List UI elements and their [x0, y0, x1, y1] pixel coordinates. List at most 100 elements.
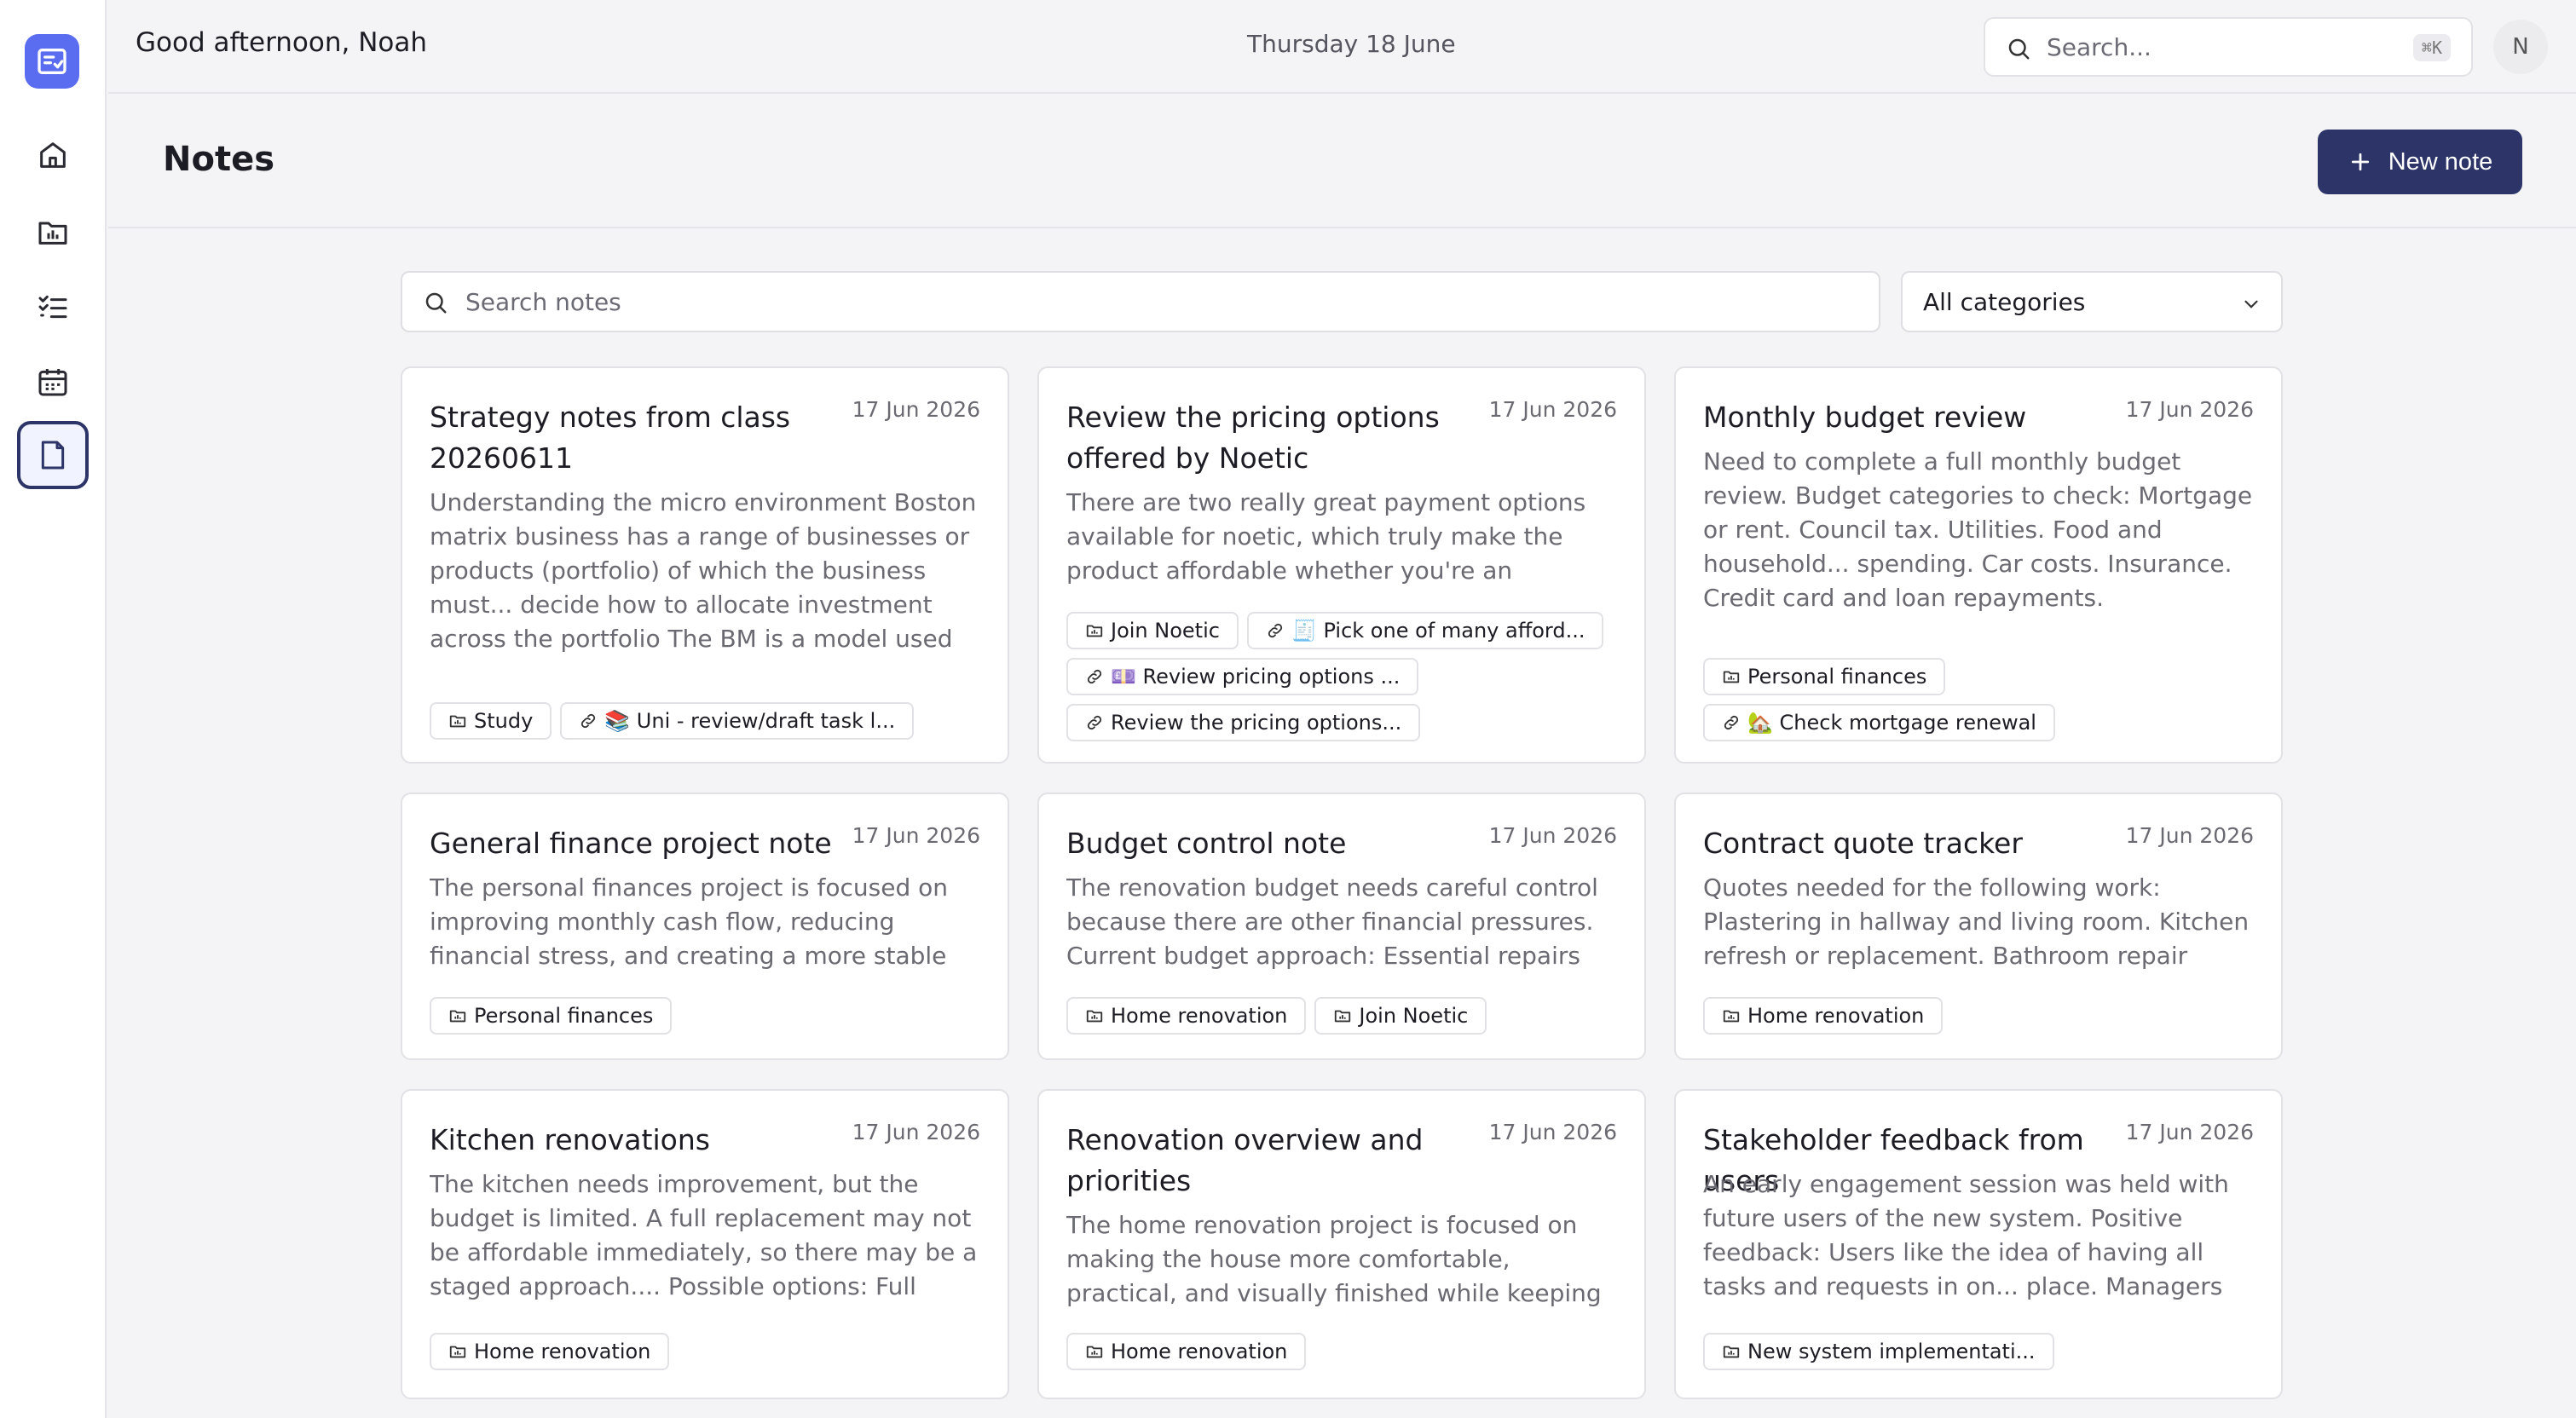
- note-card[interactable]: Contract quote tracker 17 Jun 2026 Quotes …: [1674, 793, 2283, 1060]
- tag-label: Home renovation: [474, 1340, 651, 1363]
- note-preview: The home renovation project is focused o…: [1066, 1211, 1602, 1307]
- tag-label: 🧾 Pick one of many afford...: [1291, 619, 1585, 643]
- folder-icon: [1723, 1010, 1740, 1023]
- search-icon: [2008, 38, 2030, 60]
- current-date: Thursday 18 June: [1247, 30, 1456, 58]
- note-preview: Quotes needed for the following work: Pl…: [1703, 873, 2250, 970]
- note-tags: Personal finances 🏡 Check mortgage renewa…: [1703, 658, 2266, 741]
- note-card[interactable]: Budget control note 17 Jun 2026 The renova…: [1037, 793, 1646, 1060]
- app-logo[interactable]: [25, 34, 79, 89]
- note-card[interactable]: Kitchen renovations 17 Jun 2026 The kitche…: [401, 1089, 1009, 1399]
- tag-label: 💷 Review pricing options ...: [1111, 665, 1401, 689]
- note-card[interactable]: Stakeholder feedback from users 17 Jun 20…: [1674, 1089, 2283, 1399]
- category-tag[interactable]: Personal finances: [430, 997, 673, 1035]
- note-preview: Understanding the micro environment Bost…: [430, 488, 977, 653]
- note-date: 17 Jun 2026: [852, 823, 980, 848]
- link-icon: [1724, 715, 1739, 730]
- nav-projects[interactable]: [17, 198, 89, 266]
- tag-label: Study: [474, 709, 534, 733]
- shortcut-badge: ⌘K: [2412, 34, 2451, 61]
- category-tag[interactable]: New system implementati...: [1703, 1333, 2054, 1370]
- note-card[interactable]: General finance project note 17 Jun 2026 T…: [401, 793, 1009, 1060]
- category-tag[interactable]: Study: [430, 702, 552, 740]
- note-tags: Join Noetic 🧾 Pick one of many afford... 💷…: [1066, 612, 1629, 741]
- note-tags: Home renovation Join Noetic: [1066, 997, 1629, 1035]
- link-icon: [581, 713, 596, 729]
- folder-icon: [1086, 1010, 1103, 1023]
- folder-icon: [1723, 1346, 1740, 1358]
- folder-icon: [449, 715, 466, 728]
- note-date: 17 Jun 2026: [1488, 823, 1617, 848]
- tag-label: Home renovation: [1747, 1004, 1925, 1028]
- tag-label: Home renovation: [1111, 1340, 1288, 1363]
- note-date: 17 Jun 2026: [1488, 1120, 1617, 1144]
- tag-label: 🏡 Check mortgage renewal: [1747, 711, 2036, 735]
- note-title: Strategy notes from class 20260611: [430, 401, 791, 475]
- category-tag[interactable]: Join Noetic: [1314, 997, 1487, 1035]
- calendar-icon: [38, 369, 67, 396]
- note-icon: [41, 441, 65, 470]
- category-select[interactable]: All categories: [1901, 271, 2283, 332]
- nav-notes[interactable]: [17, 421, 89, 489]
- folder-chart-icon: [38, 222, 67, 245]
- note-title: Budget control note: [1066, 827, 1347, 860]
- avatar[interactable]: N: [2493, 20, 2548, 74]
- tag-label: 📚 Uni - review/draft task l...: [604, 709, 896, 733]
- search-placeholder: Search...: [2047, 33, 2151, 61]
- note-preview: The personal finances project is focused…: [430, 873, 949, 970]
- category-tag[interactable]: Personal finances: [1703, 658, 1946, 695]
- tag-label: Personal finances: [1747, 665, 1927, 689]
- linked-task-tag[interactable]: 🏡 Check mortgage renewal: [1703, 704, 2055, 741]
- tag-label: New system implementati...: [1747, 1340, 2036, 1363]
- note-preview: Need to complete a full monthly budget r…: [1703, 447, 2253, 612]
- nav-calendar[interactable]: [17, 348, 89, 416]
- note-title: General finance project note: [430, 827, 832, 860]
- note-card[interactable]: Renovation overview and priorities 17 Jun…: [1037, 1089, 1646, 1399]
- page-header: Notes New note: [108, 95, 2576, 228]
- home-icon: [40, 142, 66, 168]
- tag-label: Join Noetic: [1359, 1004, 1469, 1028]
- folder-icon: [449, 1346, 466, 1358]
- note-preview: The renovation budget needs careful cont…: [1066, 873, 1598, 970]
- note-preview: The kitchen needs improvement, but the b…: [430, 1170, 978, 1300]
- note-date: 17 Jun 2026: [2125, 1120, 2254, 1144]
- note-card[interactable]: Strategy notes from class 20260611 17 Jun…: [401, 366, 1009, 764]
- category-tag[interactable]: Home renovation: [430, 1333, 670, 1370]
- nav-home[interactable]: [17, 121, 89, 189]
- note-tags: Home renovation: [430, 1333, 992, 1370]
- tag-label: Personal finances: [474, 1004, 654, 1028]
- linked-task-tag[interactable]: 🧾 Pick one of many afford...: [1246, 612, 1604, 649]
- note-date: 17 Jun 2026: [1488, 397, 1617, 422]
- tag-label: Home renovation: [1111, 1004, 1288, 1028]
- note-title: Monthly budget review: [1703, 401, 2027, 434]
- folder-icon: [1086, 625, 1103, 637]
- linked-task-tag[interactable]: 💷 Review pricing options ...: [1066, 658, 1419, 695]
- note-card[interactable]: Monthly budget review 17 Jun 2026 Need to …: [1674, 366, 2283, 764]
- checklist-logo-icon: [38, 49, 66, 74]
- note-title: Kitchen renovations: [430, 1123, 710, 1156]
- link-icon: [1087, 669, 1102, 684]
- note-date: 17 Jun 2026: [2125, 823, 2254, 848]
- folder-icon: [1723, 671, 1740, 683]
- category-tag[interactable]: Home renovation: [1066, 1333, 1307, 1370]
- category-tag[interactable]: Home renovation: [1703, 997, 1944, 1035]
- folder-icon: [449, 1010, 466, 1023]
- sidebar: [0, 0, 107, 1418]
- notes-search-input[interactable]: Search notes: [401, 271, 1880, 332]
- note-tags: Home renovation: [1703, 997, 2266, 1035]
- note-card[interactable]: Review the pricing options offered by No…: [1037, 366, 1646, 764]
- new-note-button[interactable]: New note: [2318, 130, 2522, 194]
- linked-task-tag[interactable]: 📚 Uni - review/draft task l...: [560, 702, 915, 740]
- nav-tasks[interactable]: [17, 273, 89, 341]
- folder-icon: [1335, 1010, 1351, 1023]
- chevron-down-icon: [2244, 300, 2258, 308]
- tag-label: Join Noetic: [1111, 619, 1220, 643]
- page-title: Notes: [163, 140, 275, 179]
- category-value: All categories: [1923, 288, 2086, 316]
- category-tag[interactable]: Home renovation: [1066, 997, 1307, 1035]
- linked-task-tag[interactable]: Review the pricing options...: [1066, 704, 1421, 741]
- notes-search-placeholder: Search notes: [465, 288, 621, 316]
- category-tag[interactable]: Join Noetic: [1066, 612, 1239, 649]
- global-search-input[interactable]: Search... ⌘K: [1984, 17, 2473, 77]
- note-tags: Home renovation: [1066, 1333, 1629, 1370]
